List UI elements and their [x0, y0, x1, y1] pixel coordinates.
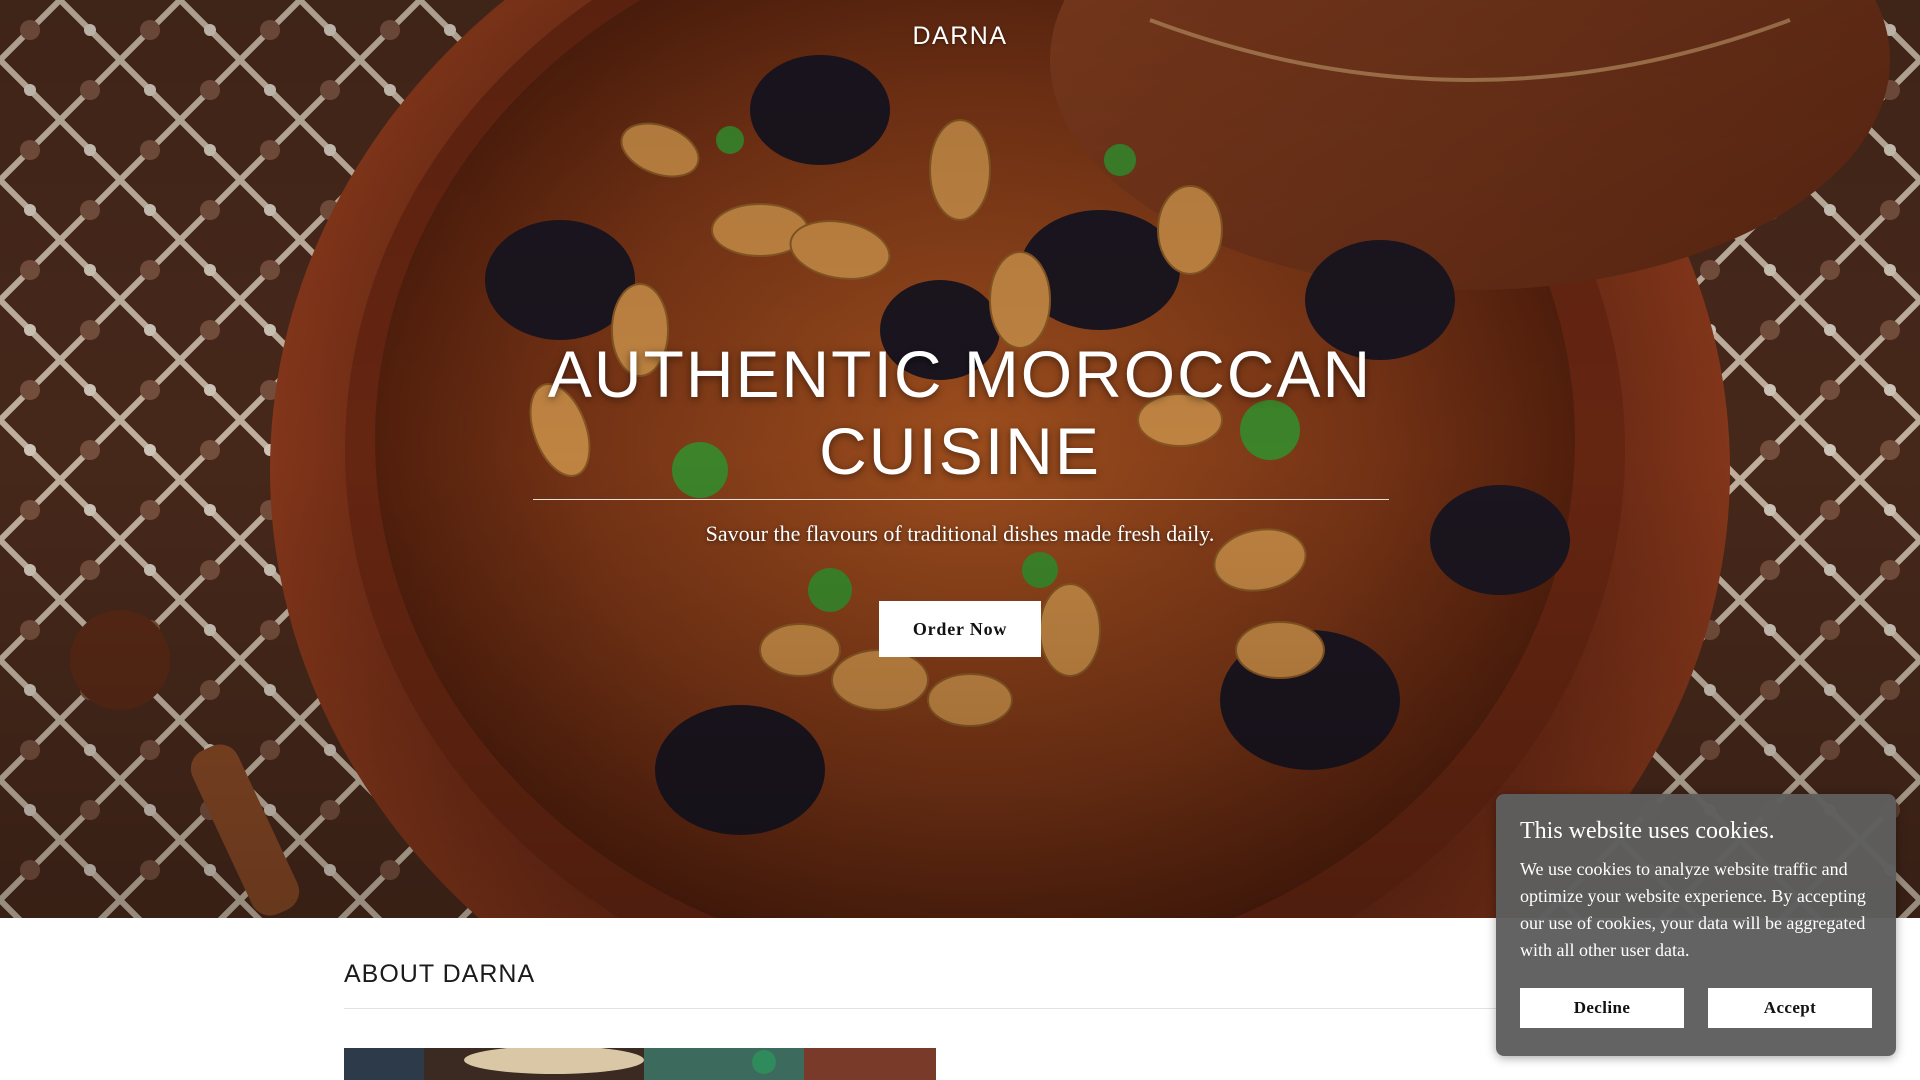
hero-tagline: Savour the flavours of traditional dishe… — [705, 521, 1215, 546]
order-now-button[interactable]: Order Now — [879, 601, 1041, 657]
cookie-banner-actions: Decline Accept — [1520, 988, 1872, 1028]
hero-divider — [533, 499, 1389, 500]
site-brand-logo[interactable]: DARNA — [0, 22, 1920, 51]
cookie-banner-text: We use cookies to analyze website traffi… — [1520, 859, 1866, 960]
about-image — [344, 1048, 936, 1080]
cookie-banner-title: This website uses cookies. — [1520, 818, 1775, 844]
hero-section: DARNA AUTHENTIC MOROCCAN CUISINE Savour … — [0, 0, 1920, 918]
accept-cookies-button[interactable]: Accept — [1708, 988, 1872, 1028]
cookie-banner: This website uses cookies. We use cookie… — [1496, 794, 1896, 1056]
hero-title-text: AUTHENTIC MOROCCAN CUISINE — [547, 337, 1373, 488]
about-heading: ABOUT DARNA — [344, 960, 536, 988]
hero-title: AUTHENTIC MOROCCAN CUISINE — [0, 336, 1920, 490]
decline-cookies-button[interactable]: Decline — [1520, 988, 1684, 1028]
about-divider — [344, 1008, 1576, 1009]
